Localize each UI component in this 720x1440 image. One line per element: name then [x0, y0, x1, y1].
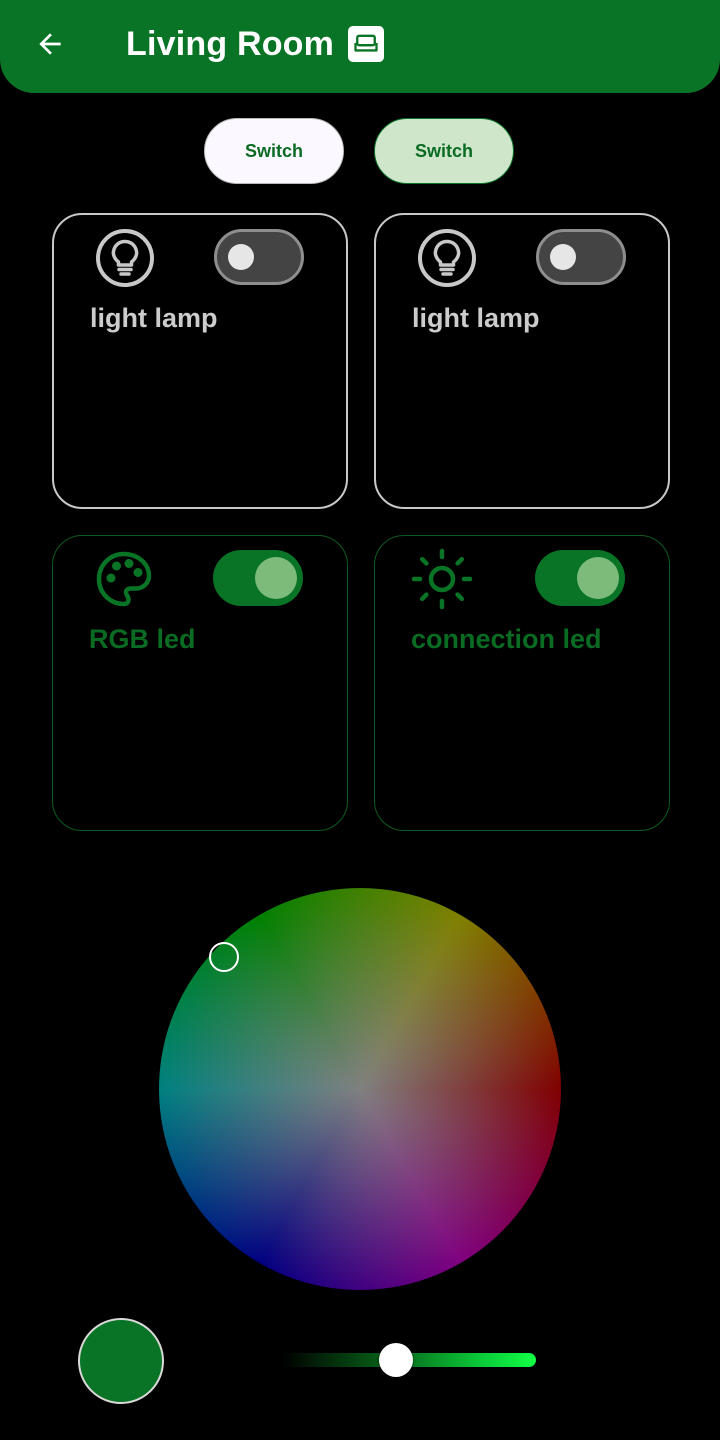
sun-icon [411, 548, 473, 610]
arrow-left-icon [39, 33, 61, 55]
device-label: light lamp [412, 303, 540, 333]
device-card-light-lamp-2[interactable]: light lamp [374, 213, 670, 509]
palette-icon [96, 551, 152, 607]
device-toggle[interactable] [213, 550, 303, 606]
device-card-rgb-led[interactable]: RGB led [52, 535, 348, 831]
device-card-light-lamp[interactable]: light lamp [52, 213, 348, 509]
color-picker-handle[interactable] [209, 942, 239, 972]
device-toggle[interactable] [214, 229, 304, 285]
selected-color-preview [78, 1318, 164, 1404]
toggle-knob [550, 244, 576, 270]
device-label: RGB led [89, 624, 196, 654]
device-toggle[interactable] [535, 550, 625, 606]
lightbulb-icon [96, 229, 154, 287]
back-button[interactable] [28, 24, 72, 64]
sofa-icon [348, 26, 385, 62]
lightbulb-icon [418, 229, 476, 287]
toggle-knob [255, 557, 297, 599]
page-title-text: Living Room [126, 24, 335, 63]
brightness-slider[interactable] [282, 1340, 538, 1380]
color-picker [159, 888, 561, 1290]
device-card-connection-led[interactable]: connection led [374, 535, 670, 831]
device-label: light lamp [90, 303, 218, 333]
switch-chip-selected[interactable]: Switch [374, 118, 514, 184]
device-label: connection led [411, 624, 602, 654]
app-bar: Living Room [0, 0, 720, 93]
brightness-slider-thumb[interactable] [379, 1343, 414, 1377]
page-title: Living Room [126, 20, 385, 68]
toggle-knob [577, 557, 619, 599]
device-toggle[interactable] [536, 229, 626, 285]
switch-chip-label: Switch [414, 140, 473, 161]
switch-chip[interactable]: Switch [204, 118, 344, 184]
toggle-knob [228, 244, 254, 270]
switch-chip-label: Switch [244, 140, 303, 161]
